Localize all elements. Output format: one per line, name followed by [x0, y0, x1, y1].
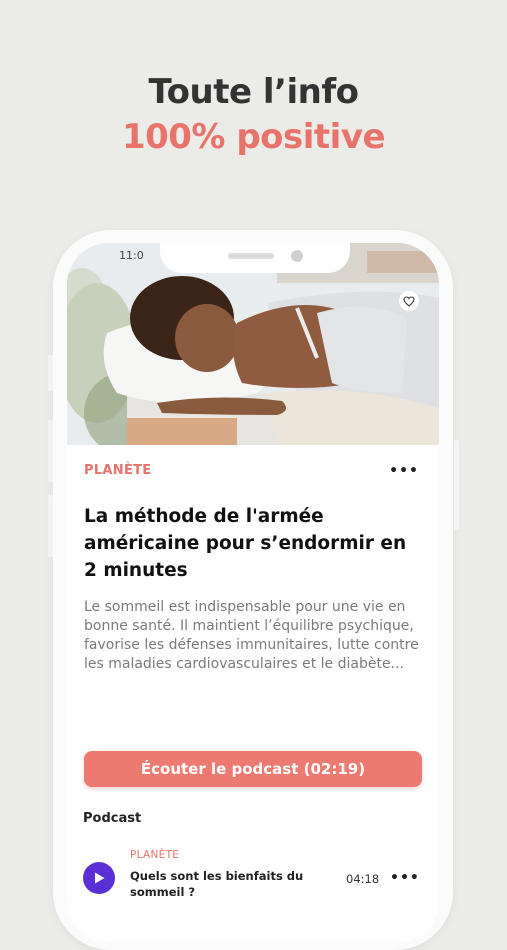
- podcast-item-title[interactable]: Quels sont les bienfaits du sommeil ?: [130, 868, 305, 900]
- play-icon: [95, 872, 105, 884]
- phone-side-button: [454, 440, 459, 530]
- article-excerpt: Le sommeil est indispensable pour une vi…: [84, 599, 419, 672]
- phone-side-button: [48, 495, 53, 557]
- podcast-item-duration: 04:18: [346, 872, 380, 886]
- more-options-icon[interactable]: •••: [389, 463, 419, 479]
- phone-notch: [160, 243, 350, 273]
- phone-screen: 11:0 PLANÈTE ••• La méthode de l'armée a…: [67, 243, 439, 943]
- promo-headline-accent: 100% positive: [121, 117, 386, 157]
- podcast-section-title: Podcast: [83, 811, 142, 826]
- promo-headline: Toute l’info: [148, 72, 359, 112]
- article-title[interactable]: La méthode de l'armée américaine pour s’…: [84, 503, 414, 584]
- play-button[interactable]: [83, 862, 115, 894]
- article-category[interactable]: PLANÈTE: [84, 463, 151, 478]
- sleeping-woman-illustration: [67, 243, 439, 445]
- article-hero-image: [67, 243, 439, 445]
- listen-podcast-button[interactable]: Écouter le podcast (02:19): [84, 751, 422, 787]
- heart-icon: [403, 295, 415, 307]
- status-time: 11:0: [119, 249, 144, 262]
- phone-side-button: [48, 420, 53, 482]
- phone-side-button: [48, 355, 53, 391]
- podcast-item-category: PLANÈTE: [130, 849, 180, 861]
- front-camera: [291, 250, 303, 262]
- speaker-grille: [228, 253, 274, 259]
- podcast-more-options-icon[interactable]: •••: [390, 870, 420, 886]
- favorite-button[interactable]: [399, 291, 419, 311]
